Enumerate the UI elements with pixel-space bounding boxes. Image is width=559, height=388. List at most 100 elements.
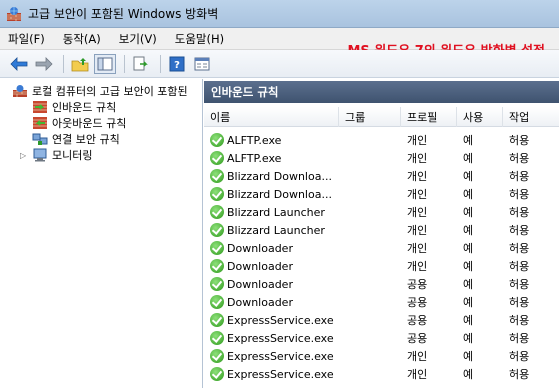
export-list-icon[interactable] bbox=[130, 54, 152, 74]
rule-enabled: 예 bbox=[463, 314, 474, 327]
rule-name: ExpressService.exe bbox=[227, 313, 334, 327]
rule-name: Downloader bbox=[227, 277, 293, 291]
menu-help[interactable]: 도움말(H) bbox=[175, 31, 224, 47]
table-row[interactable]: Blizzard Downloa... 개인 예 허용 bbox=[204, 167, 559, 185]
tree-root-label: 로컬 컴퓨터의 고급 보안이 포함된 bbox=[32, 85, 188, 98]
rule-action: 허용 bbox=[509, 260, 530, 273]
forward-arrow-icon[interactable] bbox=[33, 54, 55, 74]
column-action[interactable]: 작업 bbox=[503, 107, 559, 127]
rule-enabled: 예 bbox=[463, 278, 474, 291]
tree-item-monitoring[interactable]: ▷ 모니터링 bbox=[20, 147, 92, 163]
toolbar-separator bbox=[124, 54, 125, 73]
rule-name: ALFTP.exe bbox=[227, 151, 282, 165]
enabled-check-icon bbox=[210, 169, 224, 183]
rule-group bbox=[345, 149, 401, 167]
rule-profile: 개인 bbox=[407, 206, 428, 219]
table-row[interactable]: Downloader 개인 예 허용 bbox=[204, 239, 559, 257]
rule-action: 허용 bbox=[509, 152, 530, 165]
column-headers: 이름 그룹 프로필 사용 작업 bbox=[204, 107, 559, 127]
tree-item-label: 연결 보안 규칙 bbox=[52, 133, 120, 146]
show-hide-tree-icon[interactable] bbox=[94, 53, 116, 74]
table-row[interactable]: ALFTP.exe 개인 예 허용 bbox=[204, 149, 559, 167]
menu-view[interactable]: 보기(V) bbox=[119, 31, 157, 47]
menu-action[interactable]: 동작(A) bbox=[63, 31, 101, 47]
rule-name-cell: ExpressService.exe bbox=[204, 329, 339, 347]
tree-item-label: 아웃바운드 규칙 bbox=[52, 117, 127, 130]
table-row[interactable]: ExpressService.exe 공용 예 허용 bbox=[204, 311, 559, 329]
table-row[interactable]: ExpressService.exe 개인 예 허용 bbox=[204, 365, 559, 383]
enabled-check-icon bbox=[210, 277, 224, 291]
help-icon[interactable]: ? bbox=[166, 54, 188, 74]
rule-action: 허용 bbox=[509, 296, 530, 309]
rule-action: 허용 bbox=[509, 206, 530, 219]
column-enabled[interactable]: 사용 bbox=[457, 107, 503, 127]
table-row[interactable]: Downloader 개인 예 허용 bbox=[204, 257, 559, 275]
table-row[interactable]: Blizzard Launcher 개인 예 허용 bbox=[204, 203, 559, 221]
properties-icon[interactable] bbox=[191, 54, 213, 74]
rule-group bbox=[345, 221, 401, 239]
rule-enabled: 예 bbox=[463, 368, 474, 381]
column-name[interactable]: 이름 bbox=[204, 107, 339, 127]
enabled-check-icon bbox=[210, 313, 224, 327]
table-row[interactable]: Downloader 공용 예 허용 bbox=[204, 293, 559, 311]
rule-group bbox=[345, 275, 401, 293]
table-row[interactable]: ExpressService.exe 공용 예 허용 bbox=[204, 329, 559, 347]
window-title: 고급 보안이 포함된 Windows 방화벽 bbox=[28, 7, 219, 21]
rule-profile: 개인 bbox=[407, 224, 428, 237]
rule-enabled: 예 bbox=[463, 134, 474, 147]
rule-name-cell: Downloader bbox=[204, 257, 339, 275]
table-row[interactable]: Blizzard Downloa... 개인 예 허용 bbox=[204, 185, 559, 203]
firewall-icon bbox=[12, 84, 28, 98]
menu-file[interactable]: 파일(F) bbox=[8, 31, 45, 47]
firewall-icon bbox=[6, 6, 22, 22]
rule-name: ExpressService.exe bbox=[227, 349, 334, 363]
rule-profile: 개인 bbox=[407, 368, 428, 381]
rule-action: 허용 bbox=[509, 278, 530, 291]
rule-enabled: 예 bbox=[463, 224, 474, 237]
rule-name-cell: Blizzard Downloa... bbox=[204, 167, 339, 185]
column-profile[interactable]: 프로필 bbox=[401, 107, 457, 127]
enabled-check-icon bbox=[210, 223, 224, 237]
tree-item-connection-security[interactable]: 연결 보안 규칙 bbox=[32, 131, 120, 147]
rule-name: Blizzard Launcher bbox=[227, 205, 325, 219]
tree-item-inbound[interactable]: 인바운드 규칙 bbox=[32, 99, 116, 115]
rule-enabled: 예 bbox=[463, 296, 474, 309]
rule-name: ExpressService.exe bbox=[227, 367, 334, 381]
rule-name: Downloader bbox=[227, 259, 293, 273]
rule-profile: 개인 bbox=[407, 170, 428, 183]
rule-name: Downloader bbox=[227, 241, 293, 255]
rule-action: 허용 bbox=[509, 188, 530, 201]
tree-item-outbound[interactable]: 아웃바운드 규칙 bbox=[32, 115, 126, 131]
rule-action: 허용 bbox=[509, 350, 530, 363]
rule-name: Blizzard Launcher bbox=[227, 223, 325, 237]
rule-group bbox=[345, 293, 401, 311]
table-row[interactable]: Downloader 공용 예 허용 bbox=[204, 275, 559, 293]
enabled-check-icon bbox=[210, 331, 224, 345]
rule-name-cell: ExpressService.exe bbox=[204, 365, 339, 383]
enabled-check-icon bbox=[210, 205, 224, 219]
expand-arrow-icon[interactable]: ▷ bbox=[20, 151, 30, 160]
rule-action: 허용 bbox=[509, 332, 530, 345]
enabled-check-icon bbox=[210, 295, 224, 309]
rule-profile: 공용 bbox=[407, 314, 428, 327]
column-group[interactable]: 그룹 bbox=[339, 107, 401, 127]
up-folder-icon[interactable] bbox=[69, 54, 91, 74]
enabled-check-icon bbox=[210, 187, 224, 201]
toolbar-separator bbox=[160, 54, 161, 73]
rule-name: ALFTP.exe bbox=[227, 133, 282, 147]
rule-group bbox=[345, 239, 401, 257]
table-row[interactable]: ExpressService.exe 개인 예 허용 bbox=[204, 347, 559, 365]
table-row[interactable]: ALFTP.exe 개인 예 허용 bbox=[204, 131, 559, 149]
connection-security-icon bbox=[32, 132, 48, 146]
back-arrow-icon[interactable] bbox=[8, 54, 30, 74]
enabled-check-icon bbox=[210, 241, 224, 255]
tree-root[interactable]: 로컬 컴퓨터의 고급 보안이 포함된 bbox=[12, 83, 188, 99]
rule-group bbox=[345, 365, 401, 383]
rule-action: 허용 bbox=[509, 170, 530, 183]
table-row[interactable]: Blizzard Launcher 개인 예 허용 bbox=[204, 221, 559, 239]
rule-action: 허용 bbox=[509, 242, 530, 255]
rule-name-cell: Blizzard Launcher bbox=[204, 221, 339, 239]
rule-profile: 개인 bbox=[407, 134, 428, 147]
rule-action: 허용 bbox=[509, 134, 530, 147]
rule-profile: 공용 bbox=[407, 278, 428, 291]
